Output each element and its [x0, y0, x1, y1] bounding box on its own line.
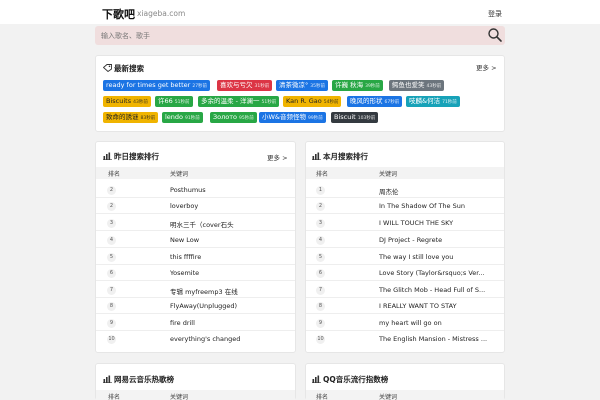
- table-header: 排名 关键词: [306, 390, 504, 400]
- tag-item[interactable]: 许66 51秒前: [155, 96, 193, 107]
- table-row[interactable]: 3 明水三千（cover石头: [96, 216, 295, 231]
- search-bar: [95, 26, 505, 45]
- bar-chart-icon: [103, 375, 112, 383]
- table-row[interactable]: 4 DJ Project - Regrete: [306, 233, 504, 248]
- tag-item[interactable]: 小W&音频怪物 99秒前: [259, 112, 326, 123]
- table-row[interactable]: 8 FlyAway(Unplugged): [96, 299, 295, 314]
- table-row[interactable]: 6 Yosemite: [96, 266, 295, 281]
- col-keyword: 关键词: [170, 171, 189, 178]
- table-row[interactable]: 7 专辑 myfreemp3 在线: [96, 283, 295, 298]
- tag-item[interactable]: lendo 91秒前: [162, 112, 203, 123]
- col-rank: 排名: [108, 171, 121, 178]
- table-row[interactable]: 5 this ffffire: [96, 250, 295, 265]
- table-row[interactable]: 10 everything's changed: [96, 332, 295, 347]
- col-keyword: 关键词: [379, 171, 398, 178]
- bar-chart-icon: [312, 375, 321, 383]
- tag-item[interactable]: 喜欢与亏欠 31秒前: [217, 80, 273, 91]
- site-logo[interactable]: 下歌吧: [102, 6, 135, 22]
- search-icon[interactable]: [487, 27, 503, 43]
- table-row[interactable]: 7 The Glitch Mob - Head Full of S...: [306, 283, 504, 298]
- bar-chart-icon: [312, 152, 321, 160]
- table-header: 排名 关键词: [96, 167, 295, 179]
- col-keyword: 关键词: [379, 394, 398, 400]
- latest-more-link[interactable]: 更多 >: [476, 62, 497, 72]
- tag-item[interactable]: 多余的温柔 - 洋澜一 51秒前: [198, 96, 280, 107]
- table-row[interactable]: 2 loverboy: [96, 199, 295, 214]
- site-domain: xiageba.com: [137, 9, 186, 18]
- top-bar: 下歌吧 xiageba.com 登录: [0, 0, 600, 24]
- table-row[interactable]: 4 New Low: [96, 233, 295, 248]
- tag-item[interactable]: 致命的誘谜 83秒前: [103, 112, 159, 123]
- yesterday-more-link[interactable]: 更多 >: [267, 152, 288, 162]
- latest-search-title: 最新搜索: [114, 64, 144, 73]
- table-row[interactable]: 2 Posthumus: [96, 183, 295, 198]
- table-row[interactable]: 2 In The Shadow Of The Sun: [306, 199, 504, 214]
- tag-item[interactable]: Золото 95秒前: [210, 112, 257, 123]
- tag-item[interactable]: Biscuits 43秒前: [103, 96, 151, 107]
- tag-icon: [103, 64, 112, 72]
- month-rank-title: 本月搜索排行: [323, 152, 368, 161]
- table-header: 排名 关键词: [306, 167, 504, 179]
- table-row[interactable]: 5 The way I still love you: [306, 250, 504, 265]
- tag-item[interactable]: 晚风的形状 67秒前: [347, 96, 403, 107]
- tag-item[interactable]: Kan R. Gao 54秒前: [283, 96, 342, 107]
- tag-item[interactable]: 许巍 秋海 39秒前: [332, 80, 383, 91]
- table-row[interactable]: 9 my heart will go on: [306, 316, 504, 331]
- table-row[interactable]: 1 周杰伦: [306, 183, 504, 198]
- tag-item[interactable]: 清茶微凉° 35秒前: [276, 80, 328, 91]
- table-row[interactable]: 9 fire drill: [96, 316, 295, 331]
- qq-chart-title: QQ音乐流行指数榜: [323, 375, 389, 384]
- tag-item[interactable]: ready for times get better 27秒前: [103, 80, 211, 91]
- table-row[interactable]: 3I WILL TOUCH THE SKY: [306, 216, 504, 231]
- col-keyword: 关键词: [170, 394, 189, 400]
- netease-chart-title: 网易云音乐热歌榜: [114, 375, 174, 384]
- col-rank: 排名: [316, 394, 329, 400]
- table-row[interactable]: 10 The English Mansion - Mistress ...: [306, 332, 504, 347]
- tag-item[interactable]: 鳄鱼也爱笑 43秒前: [389, 80, 445, 91]
- table-row[interactable]: 8I REALLY WANT TO STAY: [306, 299, 504, 314]
- login-link[interactable]: 登录: [488, 9, 502, 19]
- yesterday-rank-title: 昨日搜索排行: [114, 152, 159, 161]
- table-header: 排名 关键词: [96, 390, 295, 400]
- tag-item[interactable]: Biscuit 103秒前: [331, 112, 379, 123]
- search-input[interactable]: [101, 29, 481, 42]
- col-rank: 排名: [108, 394, 121, 400]
- tag-item[interactable]: 吱麟&何洁 71秒前: [406, 96, 460, 107]
- col-rank: 排名: [316, 171, 329, 178]
- table-row[interactable]: 6 Love Story (Taylor&rsquo;s Ver...: [306, 266, 504, 281]
- bar-chart-icon: [103, 152, 112, 160]
